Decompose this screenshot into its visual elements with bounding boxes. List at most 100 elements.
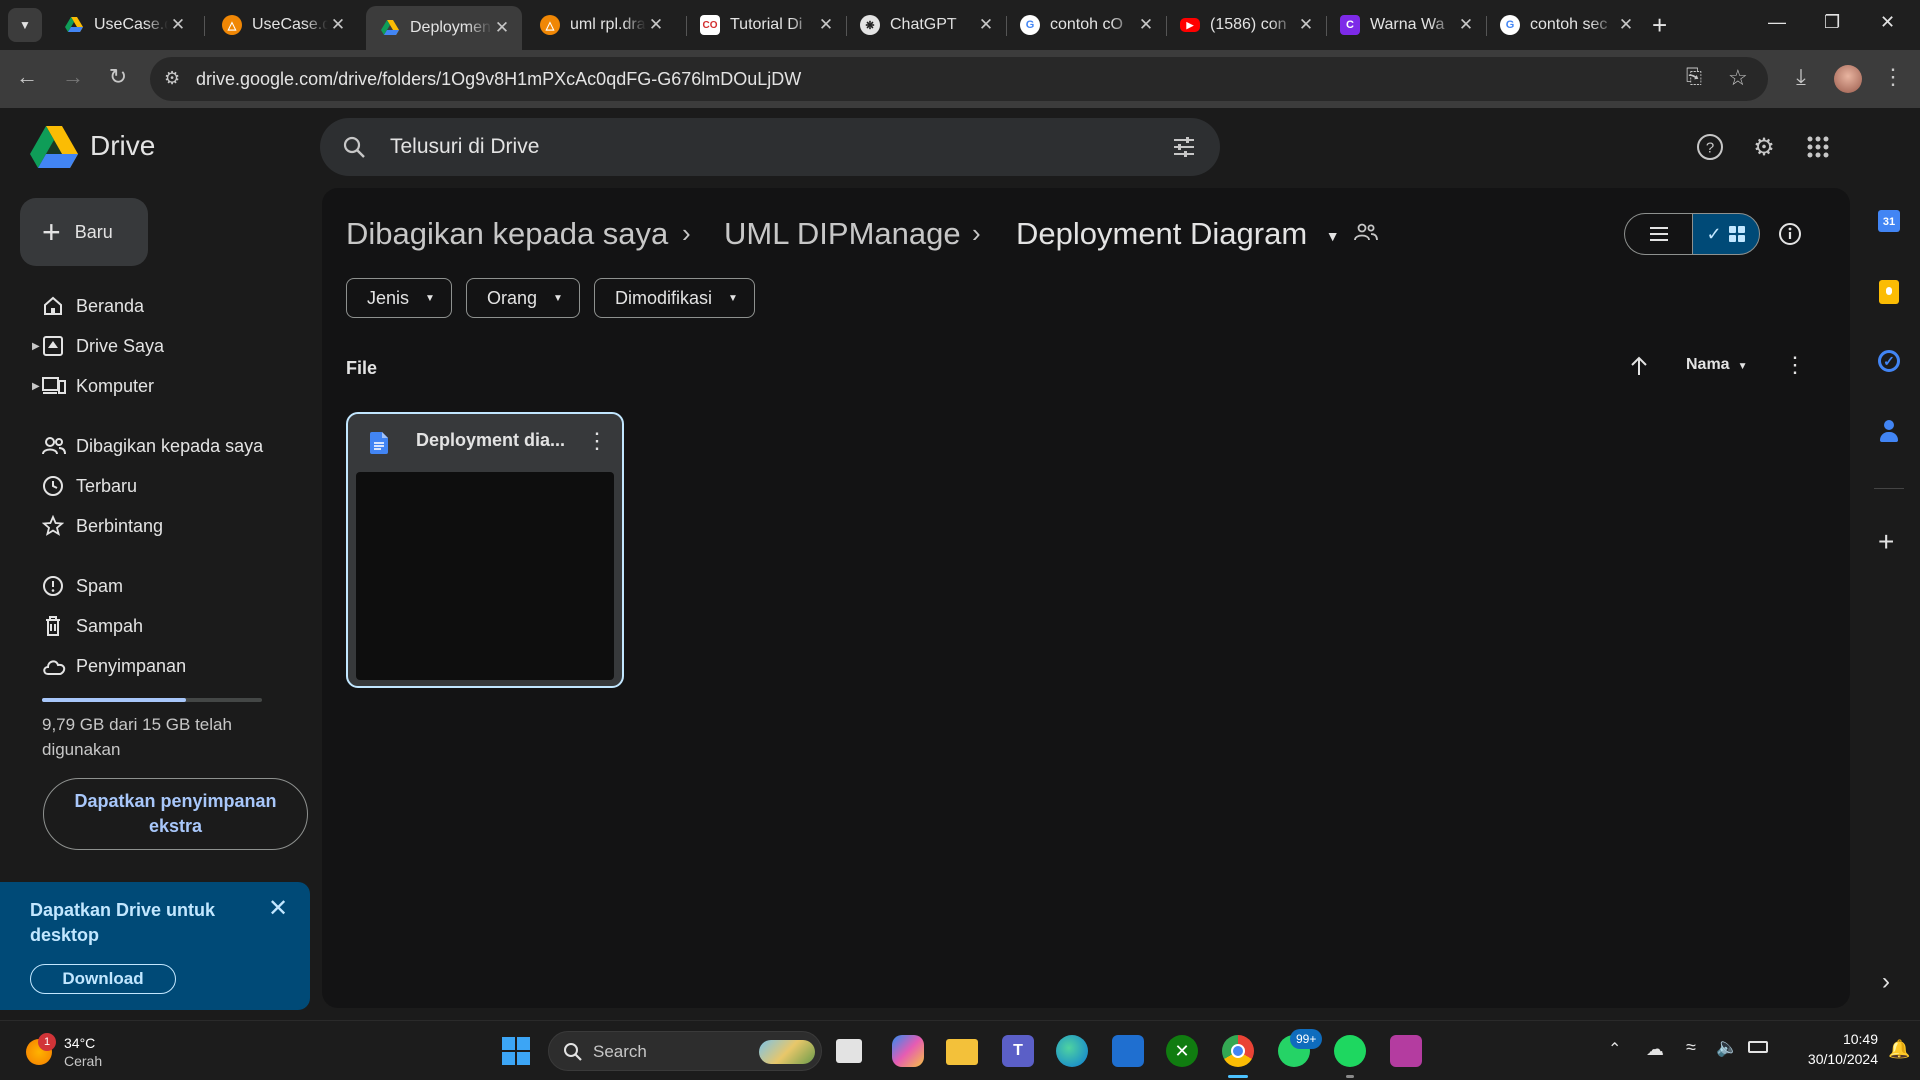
profile-avatar[interactable] <box>1834 65 1862 93</box>
close-icon[interactable]: ✕ <box>976 15 996 35</box>
clock-date[interactable]: 30/10/2024 <box>1790 1051 1878 1067</box>
xbox-icon[interactable]: ✕ <box>1166 1035 1198 1067</box>
add-addon-icon[interactable]: + <box>1878 526 1894 558</box>
microsoft-store-icon[interactable] <box>1112 1035 1144 1067</box>
search-placeholder[interactable]: Telusuri di Drive <box>390 135 539 159</box>
shared-folder-icon[interactable] <box>1354 222 1378 242</box>
filter-people-chip[interactable]: Orang ▼ <box>466 278 580 318</box>
breadcrumb-current-folder[interactable]: Deployment Diagram ▼ <box>1016 216 1340 252</box>
browser-tab[interactable]: ❋ ChatGPT ✕ <box>846 6 1006 44</box>
sort-by-dropdown[interactable]: Nama ▼ <box>1686 356 1747 374</box>
new-button[interactable]: + Baru <box>20 198 148 266</box>
restore-button[interactable]: ❐ <box>1824 12 1840 33</box>
search-options-icon[interactable] <box>1172 135 1196 159</box>
sort-direction-arrow-icon[interactable] <box>1630 356 1648 376</box>
expand-arrow-icon[interactable]: ▶ <box>32 381 40 392</box>
browser-tab[interactable]: CO Tutorial Di ✕ <box>686 6 846 44</box>
close-icon[interactable]: ✕ <box>816 15 836 35</box>
file-card[interactable]: Deployment dia... ⋮ <box>346 412 624 688</box>
close-icon[interactable]: ✕ <box>1616 15 1636 35</box>
battery-icon[interactable] <box>1748 1041 1768 1053</box>
weather-widget[interactable]: 1 34°C Cerah <box>26 1033 116 1073</box>
file-thumbnail[interactable] <box>356 472 614 680</box>
sidebar-item-home[interactable]: Beranda <box>36 288 306 324</box>
calendar-icon[interactable]: 31 <box>1878 210 1900 232</box>
breadcrumb-item[interactable]: UML DIPManage <box>724 216 961 252</box>
chevron-up-icon[interactable]: ⌃ <box>1608 1039 1621 1059</box>
close-icon[interactable]: ✕ <box>328 15 348 35</box>
sidebar-item-computers[interactable]: ▶ Komputer <box>32 368 306 404</box>
clock-time[interactable]: 10:49 <box>1826 1031 1878 1047</box>
minimize-button[interactable]: — <box>1768 12 1786 33</box>
close-window-button[interactable]: ✕ <box>1880 12 1895 33</box>
search-icon[interactable] <box>342 135 366 159</box>
sidebar-item-storage[interactable]: Penyimpanan <box>36 648 306 684</box>
tab-search-button[interactable]: ▼ <box>8 8 42 42</box>
breadcrumb-item[interactable]: Dibagikan kepada saya <box>346 216 668 252</box>
download-button[interactable]: Download <box>30 964 176 994</box>
close-icon[interactable]: ✕ <box>646 15 666 35</box>
browser-tab[interactable]: △ UseCase.d ✕ <box>208 6 358 44</box>
grid-view-button[interactable]: ✓ <box>1692 213 1760 255</box>
sidebar-item-spam[interactable]: Spam <box>36 568 306 604</box>
sidebar-item-shared-with-me[interactable]: Dibagikan kepada saya <box>36 428 306 464</box>
back-button[interactable]: ← <box>12 64 42 90</box>
keep-icon[interactable] <box>1879 280 1899 304</box>
browser-tab[interactable]: C Warna Wa ✕ <box>1326 6 1486 44</box>
download-icon[interactable]: ⤓ <box>1786 64 1816 90</box>
filter-modified-chip[interactable]: Dimodifikasi ▼ <box>594 278 755 318</box>
sidebar-item-starred[interactable]: Berbintang <box>36 508 306 544</box>
close-icon[interactable]: ✕ <box>168 15 188 35</box>
dropdown-arrow-icon[interactable]: ▼ <box>1326 228 1340 244</box>
sidebar-item-my-drive[interactable]: ▶ Drive Saya <box>32 328 306 364</box>
more-vert-icon[interactable]: ⋮ <box>586 428 608 454</box>
chevron-right-icon[interactable]: › <box>1882 968 1890 996</box>
more-options-icon[interactable]: ⋮ <box>1784 352 1806 378</box>
browser-tab[interactable]: G contoh cO ✕ <box>1006 6 1166 44</box>
browser-tab[interactable]: G contoh sec ✕ <box>1486 6 1646 44</box>
app-icon[interactable] <box>1390 1035 1422 1067</box>
browser-tab[interactable]: ▶ (1586) con ✕ <box>1166 6 1326 44</box>
task-view-icon[interactable] <box>836 1039 862 1063</box>
close-icon[interactable]: ✕ <box>492 18 512 38</box>
windows-start-icon[interactable] <box>502 1037 530 1065</box>
more-vert-icon[interactable]: ⋮ <box>1878 64 1908 90</box>
file-explorer-icon[interactable] <box>946 1039 978 1065</box>
notification-bell-icon[interactable]: 🔔 <box>1888 1039 1910 1060</box>
sidebar-item-recent[interactable]: Terbaru <box>36 468 306 504</box>
reload-button[interactable]: ↻ <box>103 64 133 90</box>
url-text[interactable]: drive.google.com/drive/folders/1Og9v8H1m… <box>196 69 801 90</box>
help-icon[interactable]: ? <box>1694 131 1726 163</box>
bookmark-star-icon[interactable]: ☆ <box>1728 65 1748 91</box>
volume-icon[interactable]: 🔈 <box>1716 1037 1738 1058</box>
install-app-icon[interactable]: ⎘ <box>1686 66 1702 89</box>
close-icon[interactable]: ✕ <box>1296 15 1316 35</box>
drive-logo-icon[interactable] <box>30 126 78 168</box>
drive-search-bar[interactable]: Telusuri di Drive <box>320 118 1220 176</box>
list-view-button[interactable] <box>1624 213 1692 255</box>
info-icon[interactable] <box>1778 222 1802 246</box>
browser-tab-active[interactable]: Deploymen ✕ <box>366 6 522 50</box>
taskbar-search-box[interactable]: Search <box>548 1031 822 1071</box>
contacts-icon[interactable] <box>1878 420 1900 442</box>
forward-button[interactable]: → <box>58 64 88 90</box>
close-icon[interactable]: ✕ <box>1456 15 1476 35</box>
spotify-icon[interactable] <box>1334 1035 1366 1067</box>
address-bar[interactable]: ⚙ drive.google.com/drive/folders/1Og9v8H… <box>150 57 1768 101</box>
site-info-icon[interactable]: ⚙ <box>164 68 180 89</box>
browser-tab[interactable]: △ uml rpl.dra ✕ <box>526 6 676 44</box>
filter-type-chip[interactable]: Jenis ▼ <box>346 278 452 318</box>
settings-gear-icon[interactable]: ⚙ <box>1748 131 1780 163</box>
onedrive-icon[interactable]: ☁ <box>1646 1039 1664 1060</box>
new-tab-button[interactable]: + <box>1652 10 1667 41</box>
edge-icon[interactable] <box>1056 1035 1088 1067</box>
drive-brand[interactable]: Drive <box>90 130 155 162</box>
browser-tab[interactable]: UseCase.d ✕ <box>50 6 198 44</box>
close-icon[interactable]: ✕ <box>268 894 288 923</box>
chrome-icon[interactable] <box>1222 1035 1254 1067</box>
get-more-storage-button[interactable]: Dapatkan penyimpanan ekstra <box>43 778 308 850</box>
copilot-icon[interactable] <box>892 1035 924 1067</box>
wifi-icon[interactable]: ≈ <box>1686 1037 1696 1058</box>
apps-grid-icon[interactable] <box>1802 131 1834 163</box>
sidebar-item-trash[interactable]: Sampah <box>36 608 306 644</box>
